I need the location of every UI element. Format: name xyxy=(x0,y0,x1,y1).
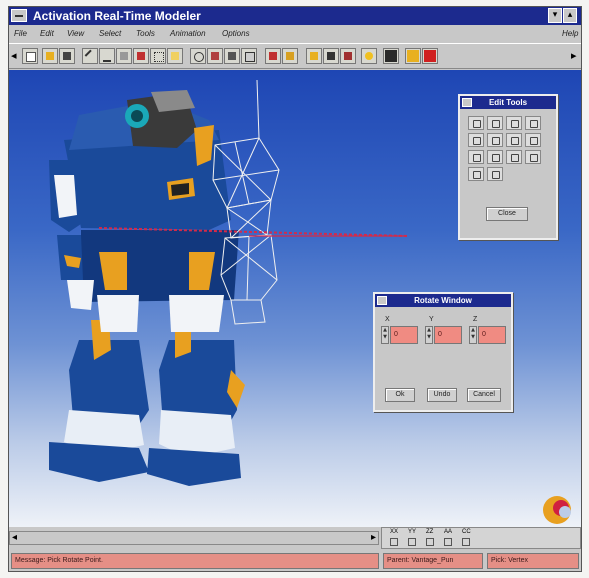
y-axis-label: Y xyxy=(429,316,434,323)
toolbar-scroll-right-icon[interactable]: ▸ xyxy=(571,49,577,62)
title-bar: Activation Real-Time Modeler ▾ ▴ xyxy=(9,7,581,25)
edit-tools-title-bar: Edit Tools xyxy=(460,96,556,109)
coord-label-aa: AA xyxy=(444,529,453,535)
menu-file[interactable]: File xyxy=(14,29,27,38)
window-title: Activation Real-Time Modeler xyxy=(33,9,201,23)
rotate-window-title-bar: Rotate Window xyxy=(375,294,511,307)
scale-icon[interactable] xyxy=(207,48,223,64)
toolbar-scroll-left-icon[interactable]: ◂ xyxy=(11,49,17,62)
z-spinner-arrows-icon[interactable]: ▲ ▼ xyxy=(469,326,477,344)
link-icon[interactable] xyxy=(99,48,115,64)
edit-tools-system-button[interactable] xyxy=(462,98,472,107)
status-parent: Parent: Vantage_Pun xyxy=(383,553,483,569)
coord-label-xx: XX xyxy=(390,529,399,535)
material-icon[interactable] xyxy=(306,48,322,64)
status-bar: Message: Pick Rotate Point. Parent: Vant… xyxy=(9,551,581,571)
texture-icon[interactable] xyxy=(282,48,298,64)
edit-tool-icon[interactable] xyxy=(506,150,522,164)
edit-tool-icon[interactable] xyxy=(506,133,522,147)
z-axis-label: Z xyxy=(473,316,478,323)
folder-icon[interactable] xyxy=(167,48,183,64)
edit-tool-icon[interactable] xyxy=(525,133,541,147)
copy-icon[interactable] xyxy=(116,48,132,64)
rotate-window-system-button[interactable] xyxy=(377,296,387,305)
menu-tools[interactable]: Tools xyxy=(136,29,155,38)
new-file-icon[interactable] xyxy=(22,48,38,64)
edit-tool-icon[interactable] xyxy=(506,116,522,130)
menu-bar: File Edit View Select Tools Animation Op… xyxy=(9,26,581,42)
picture-icon[interactable] xyxy=(340,48,356,64)
edit-tool-icon[interactable] xyxy=(487,167,503,181)
edit-tool-icon[interactable] xyxy=(487,150,503,164)
scroll-left-arrow-icon[interactable]: ◂ xyxy=(12,532,17,543)
move-icon[interactable] xyxy=(190,48,206,64)
edit-tool-icon[interactable] xyxy=(468,167,484,181)
system-menu-button[interactable] xyxy=(11,9,27,22)
edit-tool-icon[interactable] xyxy=(468,133,484,147)
menu-edit[interactable]: Edit xyxy=(40,29,54,38)
ok-button[interactable]: Ok xyxy=(385,388,415,402)
menu-help[interactable]: Help xyxy=(562,29,578,38)
light-icon[interactable] xyxy=(323,48,339,64)
cut-icon[interactable] xyxy=(82,48,98,64)
coord-label-zz: ZZ xyxy=(426,529,434,535)
edit-tool-icon[interactable] xyxy=(468,150,484,164)
status-pick: Pick: Vertex xyxy=(487,553,579,569)
edit-tools-close-button[interactable]: Close xyxy=(486,207,528,221)
camera-icon[interactable] xyxy=(241,48,257,64)
edit-tool-icon[interactable] xyxy=(468,116,484,130)
edit-tool-icon[interactable] xyxy=(487,116,503,130)
edit-tool-icon[interactable] xyxy=(487,133,503,147)
x-axis-label: X xyxy=(385,316,390,323)
minimize-button[interactable]: ▾ xyxy=(548,8,562,23)
coord-checkbox[interactable] xyxy=(426,538,434,546)
save-disk-icon[interactable] xyxy=(59,48,75,64)
rotate-window-dialog: Rotate Window X Y Z ▲ ▼ 0 ▲ ▼ 0 ▲ ▼ 0 Ok Un… xyxy=(373,292,513,412)
paste-icon[interactable] xyxy=(133,48,149,64)
color-swatch-red[interactable] xyxy=(422,48,438,64)
color-swatch-black[interactable] xyxy=(383,48,399,64)
coordinate-toggles: XX YY ZZ AA CC xyxy=(381,527,581,549)
coord-checkbox[interactable] xyxy=(444,538,452,546)
z-rotation-field[interactable]: 0 xyxy=(478,326,506,344)
y-rotation-field[interactable]: 0 xyxy=(434,326,462,344)
mirror-icon[interactable] xyxy=(265,48,281,64)
edit-tools-dialog: Edit Tools Close xyxy=(458,94,558,240)
x-rotation-field[interactable]: 0 xyxy=(390,326,418,344)
edit-tools-title: Edit Tools xyxy=(488,98,528,107)
y-spinner-arrows-icon[interactable]: ▲ ▼ xyxy=(425,326,433,344)
cancel-button[interactable]: Cancel xyxy=(467,388,501,402)
rotate-icon[interactable] xyxy=(224,48,240,64)
toolbar: ◂ ▸ xyxy=(9,43,581,69)
activation-logo-icon xyxy=(543,496,571,524)
sun-icon[interactable] xyxy=(361,48,377,64)
edit-tool-icon[interactable] xyxy=(525,150,541,164)
x-spinner-arrows-icon[interactable]: ▲ ▼ xyxy=(381,326,389,344)
menu-options[interactable]: Options xyxy=(222,29,250,38)
coord-checkbox[interactable] xyxy=(390,538,398,546)
edit-tool-icon[interactable] xyxy=(525,116,541,130)
menu-animation[interactable]: Animation xyxy=(170,29,206,38)
grid-icon[interactable] xyxy=(150,48,166,64)
color-swatch-yellow[interactable] xyxy=(405,48,421,64)
open-folder-icon[interactable] xyxy=(42,48,58,64)
coord-label-yy: YY xyxy=(408,529,417,535)
scroll-right-arrow-icon[interactable]: ▸ xyxy=(371,532,376,543)
undo-button[interactable]: Undo xyxy=(427,388,457,402)
maximize-button[interactable]: ▴ xyxy=(563,8,577,23)
status-message: Message: Pick Rotate Point. xyxy=(11,553,379,569)
rotate-window-title: Rotate Window xyxy=(414,296,472,305)
horizontal-scrollbar[interactable]: ◂ ▸ xyxy=(9,531,379,545)
menu-select[interactable]: Select xyxy=(99,29,121,38)
menu-view[interactable]: View xyxy=(67,29,84,38)
app-window: Activation Real-Time Modeler ▾ ▴ File Ed… xyxy=(8,6,582,572)
coord-checkbox[interactable] xyxy=(462,538,470,546)
coord-checkbox[interactable] xyxy=(408,538,416,546)
3d-viewport[interactable]: Edit Tools Close Rotate Window X Y Z ▲ ▼… xyxy=(9,70,581,527)
coord-label-cc: CC xyxy=(462,529,471,535)
